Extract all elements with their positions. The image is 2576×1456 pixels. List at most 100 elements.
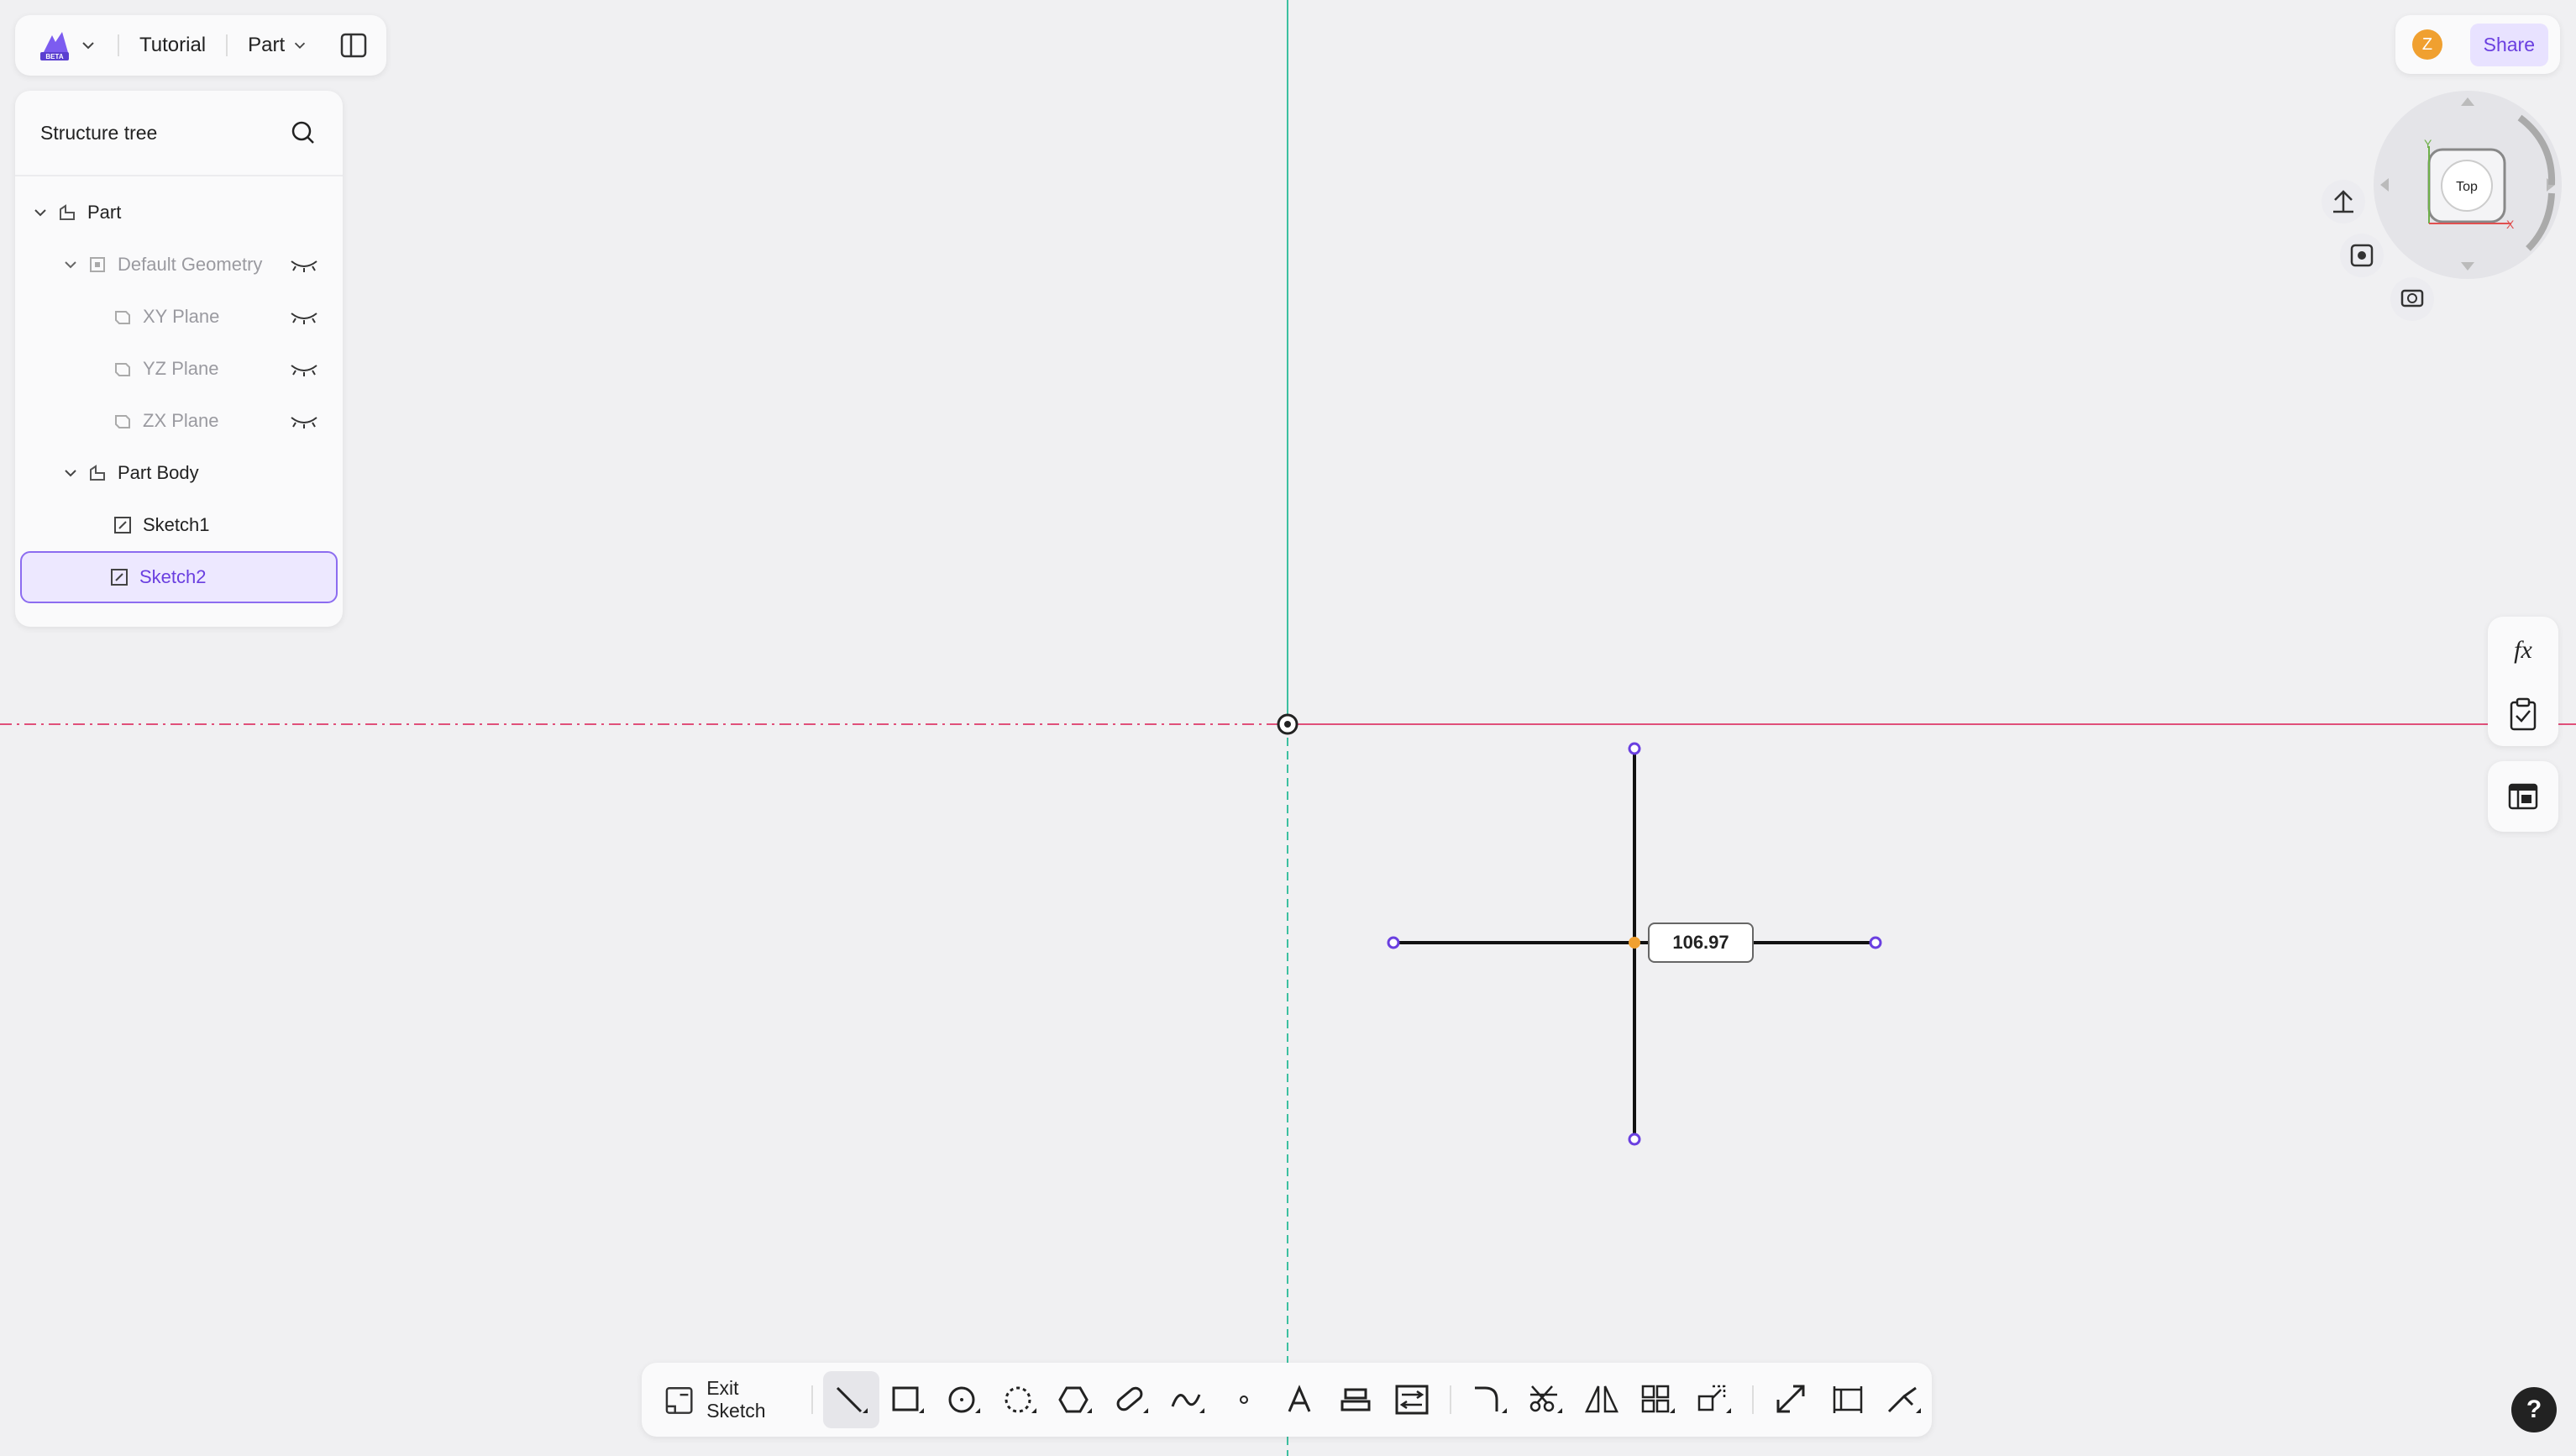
- divider: [226, 34, 228, 56]
- sketch-canvas[interactable]: [0, 0, 2576, 1456]
- point-tool-button[interactable]: [1215, 1371, 1272, 1428]
- text-tool-icon: [1288, 1385, 1311, 1412]
- plane-icon: [115, 415, 130, 428]
- chevron-down-icon[interactable]: [32, 204, 49, 221]
- eye-closed-icon[interactable]: [289, 308, 319, 325]
- body-icon: [90, 465, 105, 481]
- arc-tool-icon: [1005, 1386, 1036, 1413]
- slot-tool-icon: [1116, 1386, 1149, 1413]
- trim-tool-button[interactable]: [1518, 1371, 1574, 1428]
- top-toolbar: BETA Tutorial Part: [15, 15, 386, 76]
- plane-icon: [115, 363, 130, 376]
- formula-icon[interactable]: fx: [2506, 633, 2540, 666]
- pattern-tool-button[interactable]: [1629, 1371, 1686, 1428]
- checklist-icon[interactable]: [2508, 697, 2538, 731]
- sketch-endpoint: [1869, 936, 1882, 949]
- constraint-tool-icon: [1887, 1386, 1921, 1413]
- polygon-tool-icon: [1058, 1386, 1093, 1413]
- text-tool-button[interactable]: [1272, 1371, 1328, 1428]
- construction-tool-icon: [1776, 1385, 1805, 1413]
- transform-tool-icon: [1697, 1385, 1731, 1413]
- tree-item-zx-plane[interactable]: ZX Plane: [20, 397, 338, 445]
- exit-sketch-label: Exit Sketch: [706, 1377, 766, 1422]
- project-tool-icon: [1340, 1388, 1371, 1411]
- transform-tool-button[interactable]: [1686, 1371, 1742, 1428]
- sketch-icon: [111, 569, 128, 586]
- geometry-icon: [90, 257, 105, 272]
- structure-tree-header: Structure tree: [15, 91, 343, 176]
- offset-tool-button[interactable]: [1383, 1371, 1440, 1428]
- chevron-down-icon[interactable]: [79, 36, 97, 55]
- line-tool-icon: [837, 1386, 868, 1413]
- sketch-endpoint: [1387, 936, 1400, 949]
- slot-tool-button[interactable]: [1104, 1371, 1160, 1428]
- tree-item-sketch2[interactable]: Sketch2: [20, 551, 338, 603]
- avatar[interactable]: Z: [2412, 29, 2442, 60]
- pattern-tool-icon: [1641, 1385, 1675, 1413]
- tree-item-part-body[interactable]: Part Body: [20, 449, 338, 497]
- construction-tool-button[interactable]: [1764, 1371, 1820, 1428]
- mirror-tool-icon: [1585, 1385, 1619, 1413]
- trim-tool-icon: [1530, 1385, 1563, 1413]
- eye-closed-icon[interactable]: [289, 413, 319, 429]
- app-logo-icon[interactable]: BETA: [37, 27, 74, 64]
- chevron-down-icon: [295, 42, 306, 50]
- point-tool-icon: [1239, 1396, 1248, 1404]
- right-tool-panel: fx: [2488, 617, 2558, 746]
- fillet-tool-button[interactable]: [1461, 1371, 1518, 1428]
- structure-tree-panel: Structure tree Part Default Geometry XY …: [15, 91, 343, 627]
- sketch-intersection-point: [1629, 937, 1640, 949]
- project-tool-button[interactable]: [1328, 1371, 1384, 1428]
- share-button[interactable]: Share: [2469, 23, 2548, 66]
- exit-sketch-icon: [665, 1387, 693, 1414]
- axis-x-label: X: [2506, 218, 2515, 231]
- dimension-tool-icon: [1833, 1386, 1863, 1413]
- chevron-down-icon[interactable]: [62, 465, 79, 481]
- plane-icon: [115, 311, 130, 324]
- sketch-toolbar: Exit Sketch: [642, 1363, 1932, 1437]
- divider: [1450, 1385, 1452, 1414]
- table-icon[interactable]: [2506, 780, 2540, 813]
- line-tool-button[interactable]: [822, 1371, 879, 1428]
- mode-label: Part: [248, 34, 286, 56]
- divider: [1751, 1385, 1754, 1414]
- rectangle-tool-icon: [892, 1386, 925, 1413]
- tree-item-sketch1[interactable]: Sketch1: [20, 501, 338, 549]
- spline-tool-icon: [1171, 1394, 1204, 1413]
- tree-item-default-geometry[interactable]: Default Geometry: [20, 240, 338, 289]
- rectangle-tool-button[interactable]: [879, 1371, 936, 1428]
- tree-item-xy-plane[interactable]: XY Plane: [20, 292, 338, 341]
- mirror-tool-button[interactable]: [1574, 1371, 1630, 1428]
- dimension-input[interactable]: 106.97: [1648, 922, 1754, 963]
- eye-closed-icon[interactable]: [289, 360, 319, 377]
- fillet-tool-icon: [1474, 1386, 1507, 1413]
- camera-view-button[interactable]: [2390, 277, 2434, 321]
- view-cube-face-label: Top: [2456, 180, 2478, 194]
- dimension-tool-button[interactable]: [1820, 1371, 1876, 1428]
- sketch-endpoint: [1628, 1133, 1641, 1146]
- chevron-down-icon[interactable]: [62, 256, 79, 273]
- mode-dropdown[interactable]: Part: [248, 34, 308, 57]
- view-navigator: Top Y X: [2322, 91, 2562, 321]
- part-icon: [60, 204, 75, 220]
- divider: [118, 34, 119, 56]
- search-icon[interactable]: [289, 118, 317, 147]
- arc-tool-button[interactable]: [991, 1371, 1047, 1428]
- structure-tree-title: Structure tree: [40, 121, 158, 144]
- tree-item-part[interactable]: Part: [20, 188, 338, 237]
- share-panel: Z Share: [2395, 15, 2560, 74]
- spline-tool-button[interactable]: [1159, 1371, 1215, 1428]
- tree-item-yz-plane[interactable]: YZ Plane: [20, 344, 338, 393]
- project-name[interactable]: Tutorial: [139, 34, 206, 57]
- svg-text:BETA: BETA: [45, 53, 63, 60]
- help-button[interactable]: ?: [2511, 1387, 2557, 1432]
- right-tool-panel-2: [2488, 761, 2558, 832]
- circle-tool-button[interactable]: [935, 1371, 991, 1428]
- polygon-tool-button[interactable]: [1047, 1371, 1104, 1428]
- svg-text:fx: fx: [2514, 636, 2532, 664]
- panel-toggle-icon[interactable]: [339, 31, 368, 60]
- offset-tool-icon: [1395, 1385, 1429, 1415]
- eye-closed-icon[interactable]: [289, 256, 319, 273]
- constraint-tool-button[interactable]: [1876, 1371, 1932, 1428]
- exit-sketch-button[interactable]: Exit Sketch: [664, 1377, 801, 1422]
